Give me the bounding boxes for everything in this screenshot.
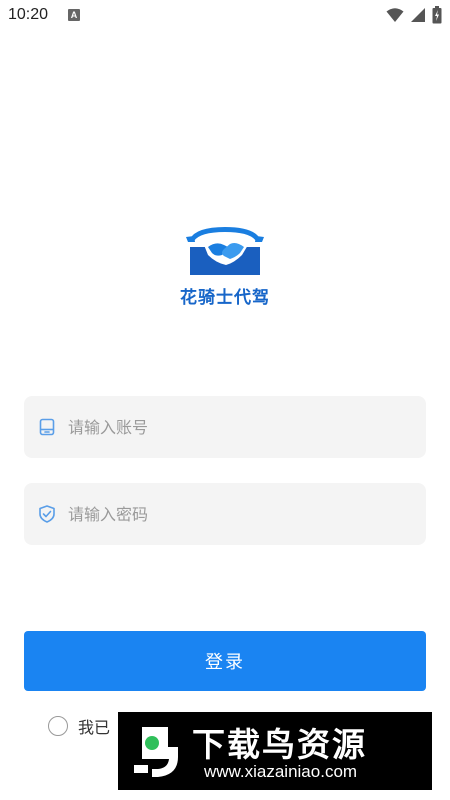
phone-icon	[39, 418, 55, 436]
agreement-text: 我已	[78, 718, 111, 737]
watermark-url: www.xiazainiao.com	[204, 762, 358, 781]
password-input[interactable]	[68, 483, 408, 545]
password-field	[24, 483, 426, 545]
login-screen: 10:20 A 花骑士代驾 请输入账号 登录 我已 下载鸟资源 www.xiaz…	[0, 0, 450, 800]
brand-name: 花骑士代驾	[180, 288, 270, 308]
battery-icon	[432, 6, 442, 24]
account-field	[24, 396, 426, 458]
signal-icon	[411, 8, 425, 22]
status-time: 10:20	[8, 6, 49, 23]
shield-check-icon	[39, 505, 55, 523]
agreement-radio[interactable]	[48, 716, 68, 736]
status-icons	[386, 6, 442, 24]
bird-logo-icon	[134, 727, 178, 777]
wifi-icon	[386, 8, 404, 22]
handshake-car-logo	[186, 227, 264, 275]
watermark-banner: 下载鸟资源 www.xiazainiao.com	[118, 712, 432, 790]
account-input[interactable]	[68, 396, 408, 458]
status-bar: 10:20 A	[0, 0, 450, 32]
watermark-title: 下载鸟资源	[192, 725, 367, 764]
login-button[interactable]: 登录	[24, 631, 426, 691]
notification-a-icon: A	[68, 9, 80, 21]
